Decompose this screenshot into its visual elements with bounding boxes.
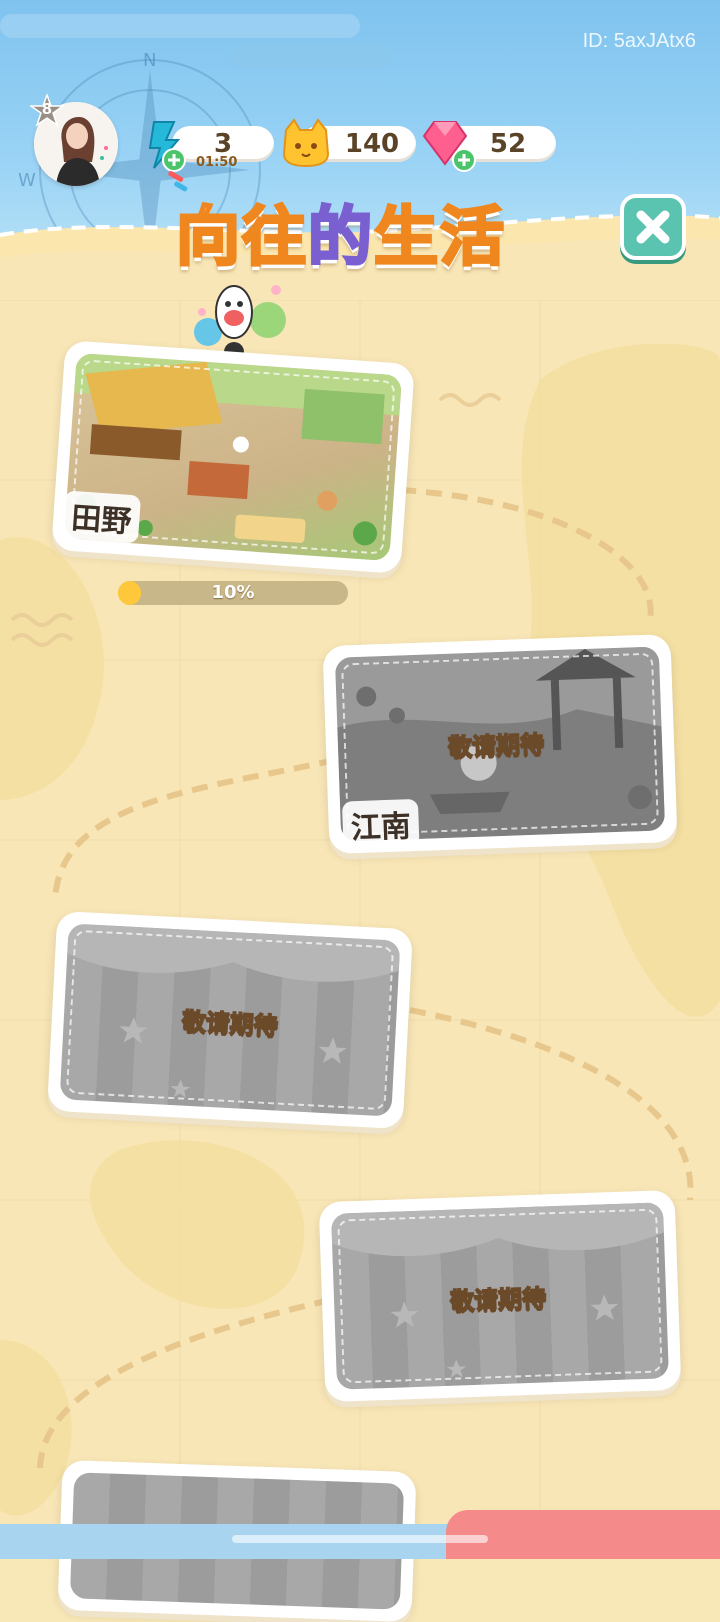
mascot-character [194, 285, 286, 362]
field-progress-text: 10% [211, 582, 255, 603]
location-card-jiangnan[interactable]: 敬请期待 江南 [322, 633, 678, 855]
location-label-field: 田野 [61, 490, 142, 544]
add-gems-icon[interactable] [452, 148, 476, 172]
energy-timer: 01:50 [196, 155, 238, 170]
gem-value: 52 [489, 129, 527, 159]
level-number: 8 [41, 100, 53, 118]
location-card-locked-3[interactable]: 敬请期待 [47, 910, 413, 1130]
close-icon [636, 210, 670, 244]
close-button[interactable] [620, 194, 686, 260]
coming-soon-text: 敬请期待 [447, 730, 545, 763]
add-energy-icon[interactable] [162, 148, 186, 172]
coming-soon-text: 敬请期待 [449, 1284, 547, 1317]
coming-soon-text: 敬请期待 [180, 1007, 279, 1041]
title-sparkle-icon [168, 171, 188, 192]
cat-coin-icon [282, 118, 330, 168]
bottom-decoration [446, 1510, 720, 1559]
location-card-field[interactable]: 田野 [51, 340, 415, 574]
page-title: 向往的生活 [175, 186, 506, 278]
title-part-1: 向往 [175, 200, 308, 277]
title-part-3: 生活 [373, 200, 506, 277]
svg-text:N: N [143, 50, 156, 71]
home-indicator[interactable] [232, 1535, 488, 1543]
coin-value: 140 [344, 129, 400, 159]
location-label-jiangnan: 江南 [341, 798, 420, 850]
location-card-locked-4[interactable]: 敬请期待 [318, 1189, 682, 1403]
user-id-label: ID: 5axJAtx6 [582, 30, 696, 52]
svg-text:W: W [18, 170, 36, 191]
title-part-2: 的 [307, 200, 374, 277]
